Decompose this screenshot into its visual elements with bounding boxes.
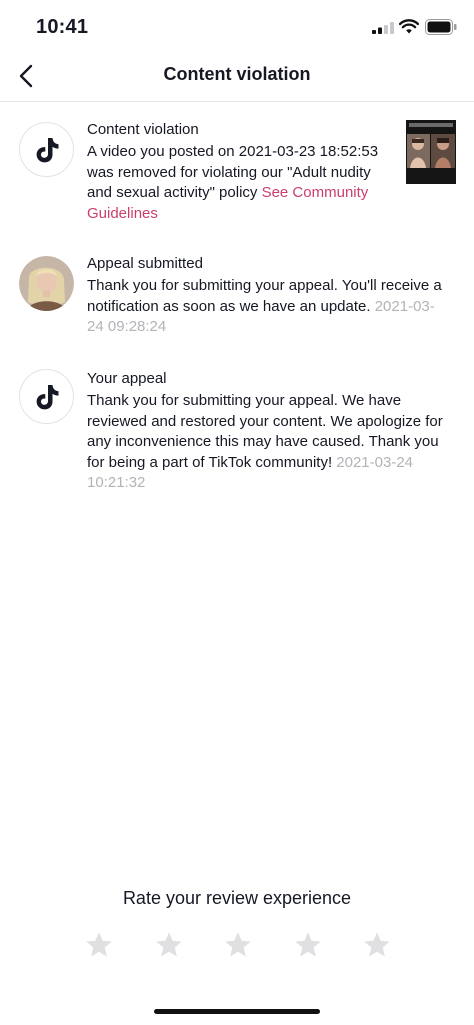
video-thumbnail[interactable]	[406, 120, 456, 184]
user-avatar	[19, 256, 74, 311]
wifi-icon	[399, 19, 419, 34]
star-rating	[84, 930, 392, 962]
notification-body: Your appeal Thank you for submitting you…	[87, 369, 453, 494]
star-icon[interactable]	[84, 930, 114, 960]
rate-review-title: Rate your review experience	[122, 888, 352, 908]
star-icon[interactable]	[223, 930, 253, 960]
notification-body: Content violation A video you posted on …	[87, 120, 392, 224]
tiktok-logo-icon	[19, 122, 74, 177]
battery-icon	[425, 19, 457, 35]
star-icon[interactable]	[362, 930, 392, 960]
status-bar: 10:41	[0, 0, 474, 50]
notification-text: A video you posted on 2021-03-23 18:52:5…	[87, 142, 392, 224]
page-title: Content violation	[163, 64, 311, 84]
notification-title: Your appeal	[87, 370, 167, 387]
status-time: 10:41	[36, 16, 89, 38]
notification-title: Content violation	[87, 121, 199, 138]
nav-bar: Content violation	[0, 50, 474, 102]
screen: 10:41 Content violation Content violatio…	[0, 0, 474, 1025]
notification-title: Appeal submitted	[87, 255, 203, 272]
notification-text: Thank you for submitting your appeal. Yo…	[87, 276, 447, 338]
star-icon[interactable]	[293, 930, 323, 960]
home-indicator	[154, 1009, 320, 1014]
tiktok-logo-icon	[19, 369, 74, 424]
star-icon[interactable]	[154, 930, 184, 960]
notification-body: Appeal submitted Thank you for submittin…	[87, 254, 447, 338]
cellular-signal-icon	[372, 22, 394, 34]
notification-text: Thank you for submitting your appeal. We…	[87, 391, 453, 494]
